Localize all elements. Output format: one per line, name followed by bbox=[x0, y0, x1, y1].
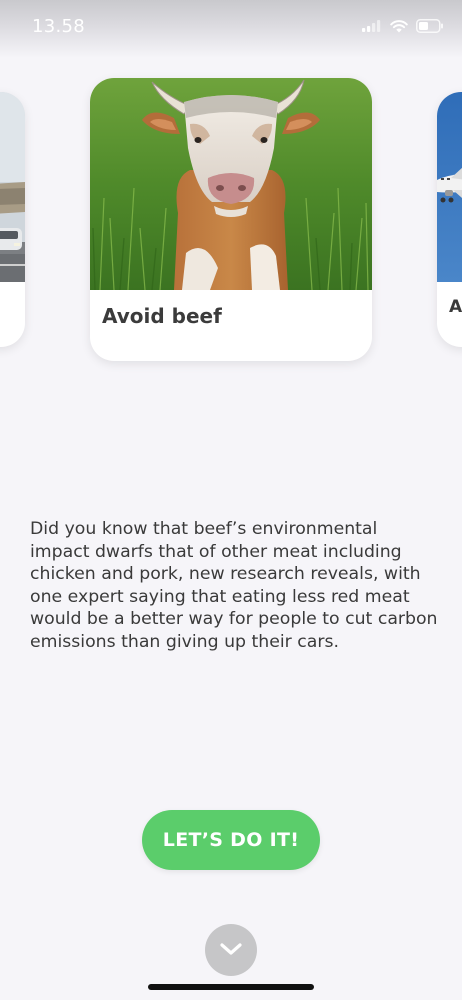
status-icons bbox=[362, 19, 444, 33]
lets-do-it-button[interactable]: LET’S DO IT! bbox=[142, 810, 320, 870]
home-indicator[interactable] bbox=[148, 984, 314, 990]
screen: 13.58 Avoid beef A Did you know that bee… bbox=[0, 0, 462, 1000]
carousel-card-previous[interactable] bbox=[0, 92, 25, 347]
wifi-icon bbox=[390, 19, 408, 33]
status-time: 13.58 bbox=[32, 16, 86, 37]
chevron-down-icon bbox=[219, 941, 243, 960]
signal-icon bbox=[362, 20, 382, 32]
card-title: Avoid beef bbox=[102, 304, 222, 328]
road-cars-image bbox=[0, 92, 25, 282]
cow-image bbox=[90, 78, 372, 290]
airplane-image bbox=[437, 92, 462, 282]
carousel-card-next[interactable]: A bbox=[437, 92, 462, 347]
tip-description: Did you know that beef’s environmental i… bbox=[30, 519, 438, 652]
card-title-next: A bbox=[449, 297, 462, 317]
scroll-down-button[interactable] bbox=[205, 924, 257, 976]
carousel-card-avoid-beef[interactable]: Avoid beef bbox=[90, 78, 372, 361]
status-bar: 13.58 bbox=[0, 0, 462, 58]
battery-icon bbox=[416, 19, 444, 33]
cards-carousel[interactable]: Avoid beef A bbox=[0, 78, 462, 368]
